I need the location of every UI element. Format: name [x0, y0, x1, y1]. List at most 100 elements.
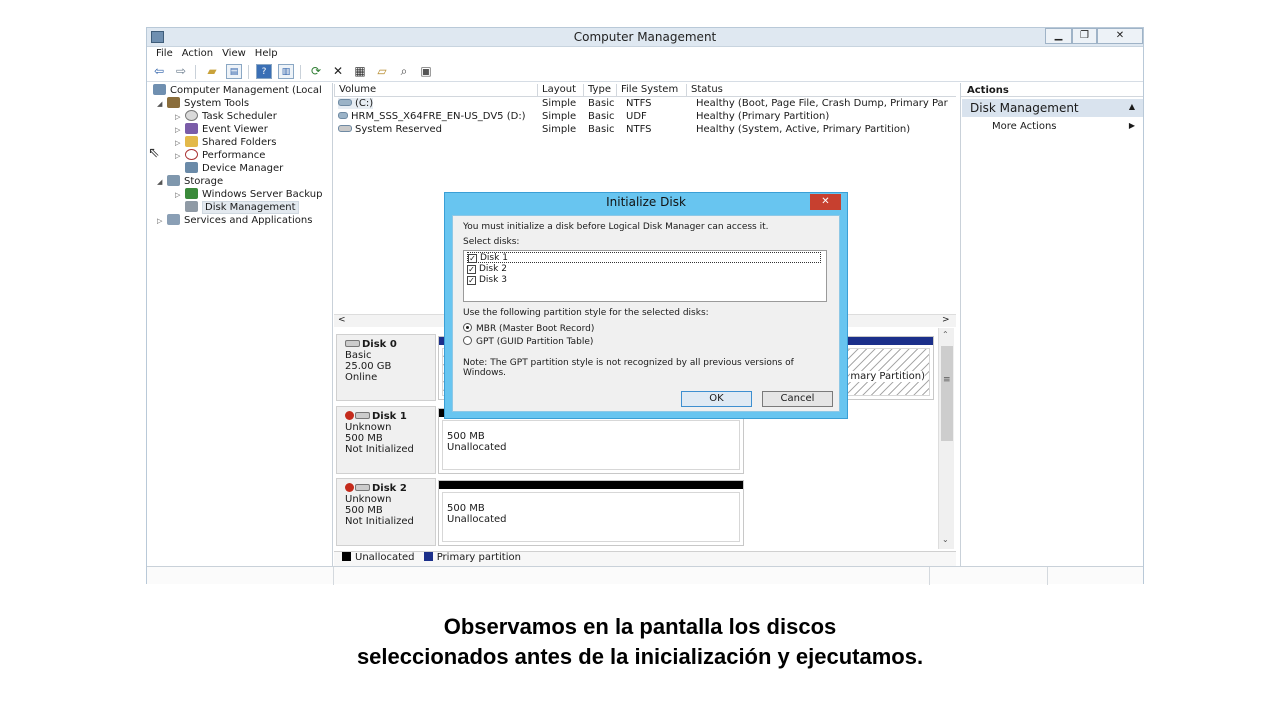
disk-size: 25.00 GB [345, 361, 392, 372]
scroll-thumb[interactable] [941, 346, 953, 441]
forward-arrow-icon[interactable]: ⇨ [173, 64, 189, 79]
volume-status: Healthy (System, Active, Primary Partiti… [696, 124, 911, 135]
disk-2-label[interactable]: Disk 2 Unknown 500 MB Not Initialized [336, 478, 436, 546]
scroll-left-icon[interactable]: < [338, 315, 346, 325]
disk-2-unallocated[interactable]: 500 MB Unallocated [438, 480, 744, 546]
menu-file[interactable]: File [153, 47, 179, 62]
tree-item-services-and-applications[interactable]: ▷ Services and Applications [157, 214, 312, 227]
scroll-up-icon[interactable]: ⌃ [942, 330, 949, 339]
up-folder-icon[interactable]: ▰ [204, 64, 220, 79]
unallocated-legend-swatch [342, 552, 351, 561]
disk-checkbox[interactable]: ✓ [468, 254, 477, 263]
close-button[interactable]: ✕ [1097, 28, 1143, 44]
collapse-up-icon[interactable]: ▲ [1129, 102, 1135, 111]
window-title: Computer Management [573, 30, 717, 44]
dvd-drive-icon [338, 112, 348, 119]
tree-item-windows-server-backup[interactable]: ▷ Windows Server Backup [175, 188, 322, 201]
disk-checkbox-row[interactable]: ✓ Disk 1 [467, 252, 821, 263]
disk-checkbox-row[interactable]: ✓ Disk 3 [467, 275, 507, 286]
disk-checkbox[interactable]: ✓ [467, 276, 476, 285]
expand-arrow-icon[interactable]: ▷ [157, 217, 167, 225]
actions-section-disk-management[interactable]: Disk Management ▲ [962, 99, 1143, 117]
collapse-arrow-icon[interactable]: ◢ [157, 100, 167, 108]
dialog-close-button[interactable]: ✕ [810, 194, 841, 210]
column-status[interactable]: Status [686, 84, 956, 97]
more-actions-item[interactable]: More Actions [992, 121, 1057, 132]
expand-arrow-icon[interactable]: ▷ [175, 126, 185, 134]
dialog-intro-text: You must initialize a disk before Logica… [463, 222, 769, 232]
cancel-button[interactable]: Cancel [762, 391, 833, 407]
disk-checkbox-label: Disk 3 [479, 275, 507, 285]
disk-name: Disk 1 [372, 411, 407, 422]
collapse-arrow-icon[interactable]: ◢ [157, 178, 167, 186]
volume-row[interactable]: System Reserved Simple Basic NTFS Health… [334, 124, 956, 136]
volume-layout: Simple [542, 111, 577, 122]
tree-item-device-manager[interactable]: Device Manager [185, 162, 283, 175]
disk-0-label[interactable]: Disk 0 Basic 25.00 GB Online [336, 334, 436, 401]
volume-name: (C:) [355, 98, 374, 109]
gpt-radio-row[interactable]: GPT (GUID Partition Table) [463, 336, 593, 347]
delete-icon[interactable]: ✕ [330, 64, 346, 79]
gpt-radio-label: GPT (GUID Partition Table) [476, 337, 594, 347]
minimize-button[interactable]: ▁ [1045, 28, 1072, 44]
tree-item-disk-management[interactable]: Disk Management [185, 201, 299, 214]
menu-help[interactable]: Help [252, 47, 284, 62]
caption-line-1: Observamos en la pantalla los discos [443, 614, 837, 639]
disk-selection-list: ✓ Disk 1 ✓ Disk 2 ✓ Disk 3 [463, 250, 827, 302]
column-volume[interactable]: Volume [334, 84, 534, 97]
mbr-radio-label: MBR (Master Boot Record) [476, 324, 595, 334]
search-icon[interactable]: ⌕ [396, 64, 412, 79]
disk-status: Online [345, 372, 378, 383]
select-disks-label: Select disks: [463, 237, 520, 247]
restore-button[interactable]: ❐ [1072, 28, 1097, 44]
show-hide-console-tree-icon[interactable]: ▤ [226, 64, 242, 79]
gpt-radio[interactable] [463, 336, 472, 345]
tree-item-shared-folders[interactable]: ▷ Shared Folders [175, 136, 277, 149]
not-initialized-warning-icon [345, 411, 354, 420]
properties-icon[interactable]: ▦ [352, 64, 368, 79]
mbr-radio-row[interactable]: MBR (Master Boot Record) [463, 323, 594, 334]
back-arrow-icon[interactable]: ⇦ [151, 64, 167, 79]
disk-1-label[interactable]: Disk 1 Unknown 500 MB Not Initialized [336, 406, 436, 474]
refresh-icon[interactable]: ⟳ [308, 64, 324, 79]
expand-arrow-icon[interactable]: ▷ [175, 191, 185, 199]
scroll-right-icon[interactable]: > [942, 315, 950, 325]
console-tree: Computer Management (Local ◢ System Tools… [147, 83, 333, 566]
scroll-down-icon[interactable]: ⌄ [942, 535, 949, 544]
disk-checkbox[interactable]: ✓ [467, 265, 476, 274]
not-initialized-warning-icon [345, 483, 354, 492]
ok-button[interactable]: OK [681, 391, 752, 407]
expand-arrow-icon[interactable]: ▷ [175, 113, 185, 121]
partition-size: 500 MB [447, 503, 485, 514]
column-type[interactable]: Type [583, 84, 616, 97]
tree-item-computer-management[interactable]: Computer Management (Local [153, 84, 322, 97]
menu-action[interactable]: Action [179, 47, 219, 62]
disk-name: Disk 0 [362, 339, 397, 350]
volume-row[interactable]: HRM_SSS_X64FRE_EN-US_DV5 (D:) Simple Bas… [334, 111, 956, 123]
volume-list-header: Volume Layout Type File System Status [334, 83, 956, 97]
tree-item-task-scheduler[interactable]: ▷ Task Scheduler [175, 110, 277, 123]
tree-item-system-tools[interactable]: ◢ System Tools [157, 97, 249, 110]
tree-item-performance[interactable]: ▷ Performance [175, 149, 265, 162]
expand-arrow-icon[interactable]: ▷ [175, 152, 185, 160]
windows-server-backup-icon [185, 188, 198, 199]
expand-arrow-icon[interactable]: ▷ [175, 139, 185, 147]
column-layout[interactable]: Layout [537, 84, 583, 97]
event-viewer-icon [185, 123, 198, 134]
disk-view-vertical-scrollbar[interactable]: ⌃ ≡ ⌄ [938, 328, 954, 549]
open-folder-icon[interactable]: ▱ [374, 64, 390, 79]
column-file-system[interactable]: File System [616, 84, 686, 97]
mbr-radio[interactable] [463, 323, 472, 332]
gpt-note-line-1: Note: The GPT partition style is not rec… [463, 358, 794, 368]
volume-row[interactable]: (C:) Simple Basic NTFS Healthy (Boot, Pa… [334, 98, 956, 110]
task-scheduler-icon [185, 110, 198, 121]
disk-tool-icon[interactable]: ▣ [418, 64, 434, 79]
actions-pane: Actions Disk Management ▲ More Actions ▶ [960, 83, 1143, 566]
tree-item-event-viewer[interactable]: ▷ Event Viewer [175, 123, 268, 136]
disk-checkbox-row[interactable]: ✓ Disk 2 [467, 264, 507, 275]
tree-item-storage[interactable]: ◢ Storage [157, 175, 223, 188]
volume-status: Healthy (Boot, Page File, Crash Dump, Pr… [696, 98, 948, 109]
menu-view[interactable]: View [219, 47, 252, 62]
show-hide-action-pane-icon[interactable]: ▥ [278, 64, 294, 79]
help-icon[interactable]: ? [256, 64, 272, 79]
